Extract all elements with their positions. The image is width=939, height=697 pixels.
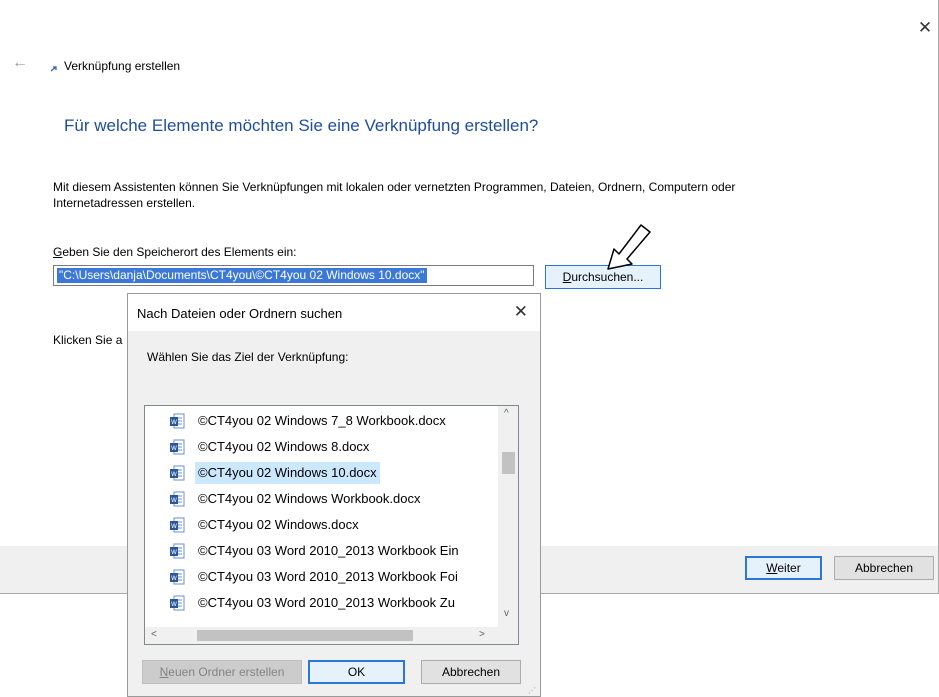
word-document-icon: W [170,465,185,481]
shortcut-icon [50,66,57,72]
file-tree-item[interactable]: W ©CT4you 02 Windows Workbook.docx [165,488,495,510]
file-tree-item[interactable]: W ©CT4you 02 Windows 10.docx [165,462,495,484]
close-icon[interactable]: ✕ [915,18,935,38]
file-tree[interactable]: W ©CT4you 02 Windows 7_8 Workbook.docx W ©C… [144,405,519,645]
next-button[interactable]: Weiter [745,556,822,580]
file-tree-item-label: ©CT4you 02 Windows 10.docx [195,462,380,484]
wizard-description: Mit diesem Assistenten können Sie Verknü… [53,180,736,210]
scroll-left-icon[interactable]: < [151,629,157,640]
svg-text:W: W [171,575,177,582]
dialog-prompt: Wählen Sie das Ziel der Verknüpfung: [147,350,349,364]
dialog-close-icon[interactable]: ✕ [514,302,528,322]
resize-grip-icon[interactable]: ⋰ [528,686,536,695]
svg-text:W: W [171,419,177,426]
svg-text:W: W [171,471,177,478]
location-label: Geben Sie den Speicherort des Elements e… [53,245,297,259]
cancel-button[interactable]: Abbrechen [834,556,934,580]
file-tree-item[interactable]: W ©CT4you 02 Windows 7_8 Workbook.docx [165,410,495,432]
pointer-arrow-icon [607,224,651,270]
file-tree-item-label: ©CT4you 03 Word 2010_2013 Workbook Ein [198,543,459,558]
new-folder-button[interactable]: Neuen Ordner erstellen [142,660,302,684]
instruction-text: Klicken Sie a [53,333,123,347]
scroll-right-icon[interactable]: > [479,629,485,640]
file-tree-item[interactable]: W ©CT4you 02 Windows 8.docx [165,436,495,458]
word-document-icon: W [170,543,185,559]
vertical-scroll-thumb[interactable] [502,452,515,474]
file-tree-item-label: ©CT4you 02 Windows.docx [198,517,359,532]
back-arrow-icon[interactable]: ← [12,54,28,72]
file-tree-item-label: ©CT4you 03 Word 2010_2013 Workbook Zu [198,595,455,610]
wizard-title: Verknüpfung erstellen [64,59,181,73]
file-tree-item-label: ©CT4you 03 Word 2010_2013 Workbook Foi [198,569,458,584]
dialog-cancel-button[interactable]: Abbrechen [421,660,521,684]
word-document-icon: W [170,439,185,455]
scroll-down-icon[interactable]: v [504,608,509,619]
file-tree-item[interactable]: W ©CT4you 03 Word 2010_2013 Workbook Foi [165,566,495,588]
word-document-icon: W [170,595,185,611]
file-tree-item-label: ©CT4you 02 Windows 7_8 Workbook.docx [198,413,446,428]
location-input-value: "C:\Users\danja\Documents\CT4you\©CT4you… [57,268,427,283]
browse-dialog: Nach Dateien oder Ordnern suchen ✕ Wähle… [127,293,541,697]
scroll-corner [498,627,518,644]
file-tree-item-label: ©CT4you 02 Windows 8.docx [198,439,370,454]
svg-text:W: W [171,549,177,556]
file-tree-item-label: ©CT4you 02 Windows Workbook.docx [198,491,421,506]
ok-button[interactable]: OK [308,660,405,684]
svg-text:W: W [171,523,177,530]
dialog-title: Nach Dateien oder Ordnern suchen [137,306,343,321]
horizontal-scroll-thumb[interactable] [197,630,413,641]
page-heading: Für welche Elemente möchten Sie eine Ver… [64,116,539,135]
word-document-icon: W [170,569,185,585]
word-document-icon: W [170,517,185,533]
word-document-icon: W [170,413,185,429]
svg-text:W: W [171,497,177,504]
scroll-up-icon[interactable]: ^ [504,408,509,419]
svg-text:W: W [171,445,177,452]
file-tree-item[interactable]: W ©CT4you 03 Word 2010_2013 Workbook Ein [165,540,495,562]
svg-text:W: W [171,601,177,608]
file-tree-item[interactable]: W ©CT4you 03 Word 2010_2013 Workbook Zu [165,592,495,614]
vertical-scrollbar[interactable]: ^ v [498,406,518,627]
horizontal-scrollbar[interactable]: < > [145,627,498,644]
file-tree-item[interactable]: W ©CT4you 02 Windows.docx [165,514,495,536]
word-document-icon: W [170,491,185,507]
location-input[interactable]: "C:\Users\danja\Documents\CT4you\©CT4you… [53,265,534,286]
